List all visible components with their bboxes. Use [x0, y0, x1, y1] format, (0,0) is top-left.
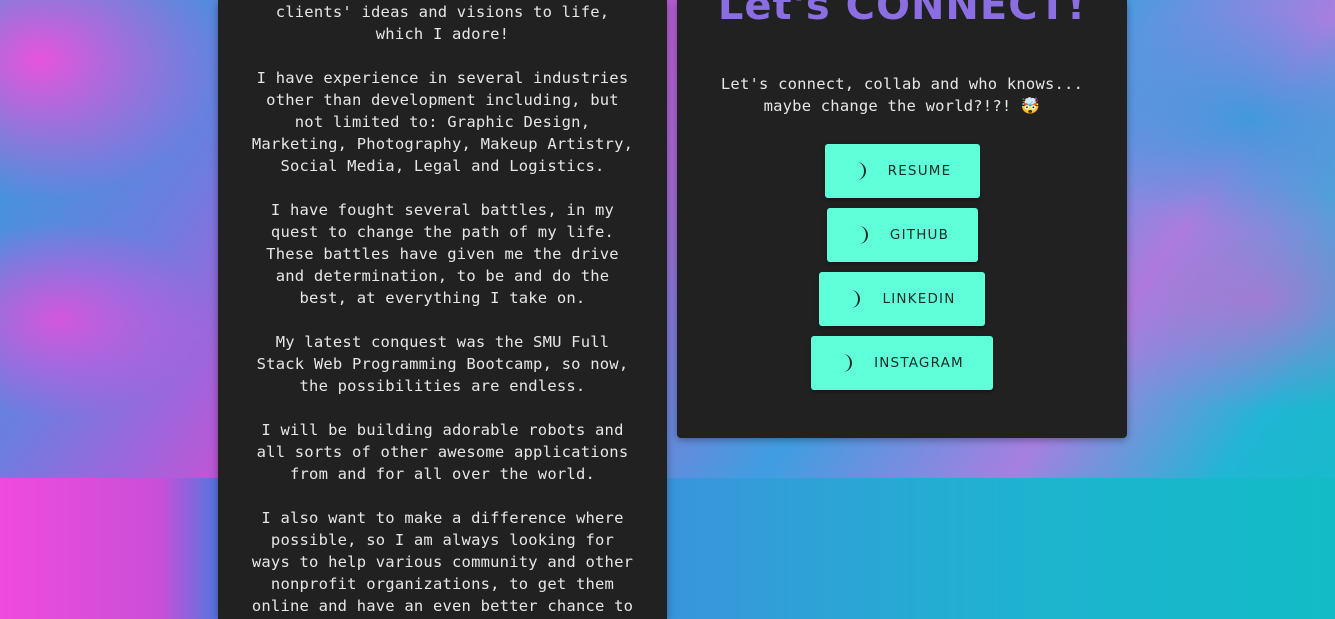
- about-panel: clients' ideas and visions to life, whic…: [218, 0, 667, 619]
- about-paragraph: clients' ideas and visions to life, whic…: [275, 3, 610, 43]
- about-paragraph: I will be building adorable robots and a…: [256, 421, 629, 483]
- connect-panel: Let's CONNECT! Let's connect, collab and…: [677, 0, 1127, 438]
- crescent-moon-icon: [848, 289, 862, 309]
- crescent-moon-icon: [854, 161, 868, 181]
- connect-blurb: Let's connect, collab and who knows... m…: [720, 75, 1084, 115]
- about-text: clients' ideas and visions to life, whic…: [250, 1, 635, 619]
- about-paragraph: I have experience in several industries …: [251, 69, 634, 175]
- about-paragraph: I also want to make a difference where p…: [251, 509, 634, 615]
- linkedin-button-label: LINKEDIN: [882, 291, 956, 307]
- github-button[interactable]: GITHUB: [827, 208, 978, 262]
- linkedin-button[interactable]: LINKEDIN: [819, 272, 985, 326]
- about-paragraph: My latest conquest was the SMU Full Stac…: [256, 333, 629, 395]
- connect-title: Let's CONNECT!: [717, 0, 1087, 29]
- resume-button-label: RESUME: [887, 163, 952, 179]
- instagram-button-label: INSTAGRAM: [874, 355, 964, 371]
- about-paragraph: I have fought several battles, in my que…: [266, 201, 619, 307]
- background-gradient-lower: [0, 478, 1335, 619]
- resume-button[interactable]: RESUME: [825, 144, 980, 198]
- github-button-label: GITHUB: [889, 227, 950, 243]
- crescent-moon-icon: [840, 353, 854, 373]
- crescent-moon-icon: [856, 225, 870, 245]
- instagram-button[interactable]: INSTAGRAM: [811, 336, 993, 390]
- background-gradient: [0, 0, 1335, 478]
